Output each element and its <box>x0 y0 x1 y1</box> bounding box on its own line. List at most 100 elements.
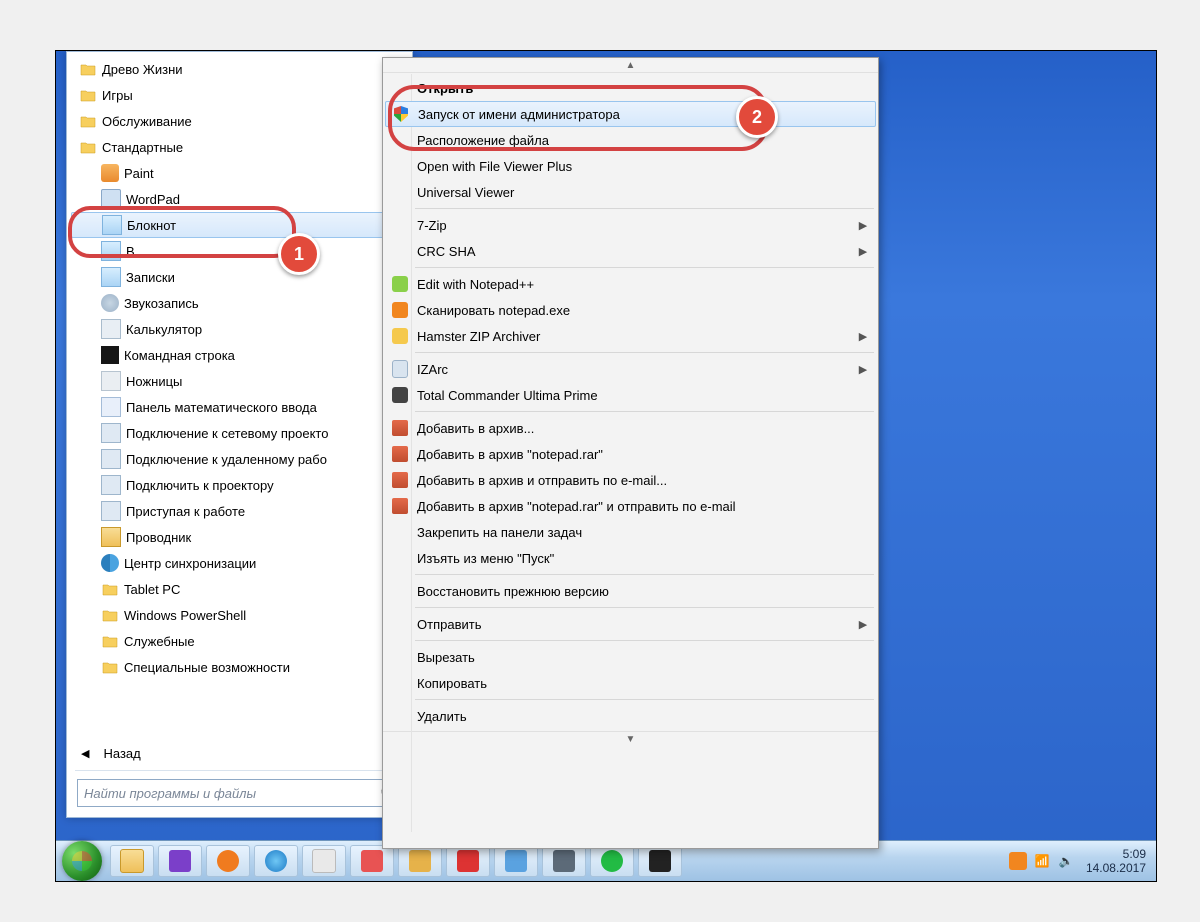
context-menu-item[interactable]: Закрепить на панели задач <box>385 519 876 545</box>
context-menu-item[interactable]: Hamster ZIP Archiver▶ <box>385 323 876 349</box>
start-menu-item-label: Звукозапись <box>124 296 199 311</box>
start-menu-item-note[interactable]: Записки <box>71 264 410 290</box>
start-menu-item-proj[interactable]: Подключение к удаленному рабо <box>71 446 410 472</box>
start-menu-item-label: Специальные возможности <box>124 660 290 675</box>
taskbar-app-5[interactable] <box>494 845 538 877</box>
start-menu-folder[interactable]: Стандартные <box>71 134 410 160</box>
start-menu-item-proj[interactable]: Подключение к сетевому проекто <box>71 420 410 446</box>
blank-icon <box>389 215 411 235</box>
wr-icon <box>389 496 411 516</box>
context-menu-item[interactable]: CRC SHA▶ <box>385 238 876 264</box>
context-menu-item-label: Добавить в архив "notepad.rar" и отправи… <box>417 499 856 514</box>
context-menu-item[interactable]: Открыть <box>385 75 876 101</box>
context-menu-item[interactable]: Total Commander Ultima Prime <box>385 382 876 408</box>
context-menu-item[interactable]: Добавить в архив и отправить по e-mail..… <box>385 467 876 493</box>
start-menu-item-mic[interactable]: Звукозапись <box>71 290 410 316</box>
start-menu-item-proj[interactable]: Подключить к проектору <box>71 472 410 498</box>
taskbar-app-explorer[interactable] <box>110 845 154 877</box>
start-menu-item-run[interactable]: В <box>71 238 410 264</box>
context-menu-item[interactable]: Копировать <box>385 670 876 696</box>
start-menu-item-calc[interactable]: Калькулятор <box>71 316 410 342</box>
submenu-arrow-icon: ▶ <box>856 330 870 343</box>
taskbar-app-media2[interactable] <box>206 845 250 877</box>
start-menu-item-label: Подключение к удаленному рабо <box>126 452 327 467</box>
taskbar-app-3[interactable] <box>398 845 442 877</box>
taskbar-app-6[interactable] <box>542 845 586 877</box>
start-menu-item-label: Обслуживание <box>102 114 192 129</box>
context-menu-item[interactable]: Вырезать <box>385 644 876 670</box>
context-menu-item[interactable]: Отправить▶ <box>385 611 876 637</box>
start-menu-item-label: Tablet PC <box>124 582 180 597</box>
context-menu-item-label: Отправить <box>417 617 856 632</box>
tray-icon-volume[interactable]: 🔈 <box>1057 852 1075 870</box>
blank-icon <box>389 647 411 667</box>
pen-icon <box>101 397 121 417</box>
context-menu-item[interactable]: Удалить <box>385 703 876 729</box>
taskbar-app-4[interactable] <box>446 845 490 877</box>
start-menu-item-word[interactable]: WordPad <box>71 186 410 212</box>
cmd-icon <box>101 346 119 364</box>
start-menu-folder[interactable]: Древо Жизни <box>71 56 410 82</box>
taskbar-app-ie[interactable] <box>254 845 298 877</box>
start-menu-item-flag[interactable]: Приступая к работе <box>71 498 410 524</box>
search-input[interactable]: Найти программы и файлы 🔍 <box>77 779 402 807</box>
start-menu-item-label: Проводник <box>126 530 191 545</box>
taskbar-app-8[interactable] <box>638 845 682 877</box>
taskbar-app-media1[interactable] <box>158 845 202 877</box>
word-icon <box>101 189 121 209</box>
start-menu-subfolder[interactable]: Специальные возможности <box>71 654 410 680</box>
back-button[interactable]: ◀ Назад <box>75 746 141 761</box>
context-menu-item[interactable]: Добавить в архив... <box>385 415 876 441</box>
start-menu-subfolder[interactable]: Windows PowerShell <box>71 602 410 628</box>
start-button[interactable] <box>62 841 102 881</box>
context-menu-separator <box>415 607 874 608</box>
context-menu-item[interactable]: Добавить в архив "notepad.rar" и отправи… <box>385 493 876 519</box>
context-menu-separator <box>415 699 874 700</box>
context-menu-item[interactable]: Edit with Notepad++ <box>385 271 876 297</box>
start-menu-item-paint[interactable]: Paint <box>71 160 410 186</box>
context-menu-item-label: Расположение файла <box>417 133 856 148</box>
blank-icon <box>389 548 411 568</box>
context-menu-item[interactable]: Сканировать notepad.exe <box>385 297 876 323</box>
taskbar-app-2[interactable] <box>350 845 394 877</box>
context-menu-item[interactable]: Запуск от имени администратора <box>385 101 876 127</box>
submenu-arrow-icon: ▶ <box>856 618 870 631</box>
taskbar-app-7[interactable] <box>590 845 634 877</box>
tray-icon-network[interactable]: 📶 <box>1033 852 1051 870</box>
context-menu-item[interactable]: 7-Zip▶ <box>385 212 876 238</box>
start-menu-item-sci[interactable]: Ножницы <box>71 368 410 394</box>
start-menu-subfolder[interactable]: Tablet PC <box>71 576 410 602</box>
tray-clock[interactable]: 5:09 14.08.2017 <box>1086 847 1146 875</box>
context-menu-item[interactable]: Изъять из меню "Пуск" <box>385 545 876 571</box>
start-menu-item-sync[interactable]: Центр синхронизации <box>71 550 410 576</box>
tray-icon-avast[interactable] <box>1009 852 1027 870</box>
context-menu-item[interactable]: Open with File Viewer Plus <box>385 153 876 179</box>
start-menu-item-cmd[interactable]: Командная строка <box>71 342 410 368</box>
context-menu-item[interactable]: Universal Viewer <box>385 179 876 205</box>
start-menu-folder[interactable]: Обслуживание <box>71 108 410 134</box>
context-menu-item[interactable]: Добавить в архив "notepad.rar" <box>385 441 876 467</box>
start-menu-subfolder[interactable]: Служебные <box>71 628 410 654</box>
context-menu-scroll-down[interactable]: ▼ <box>383 731 878 746</box>
proj-icon <box>101 423 121 443</box>
start-menu-item-note[interactable]: Блокнот <box>71 212 410 238</box>
context-menu-item[interactable]: Восстановить прежнюю версию <box>385 578 876 604</box>
start-menu-item-label: WordPad <box>126 192 180 207</box>
start-menu-item-exp[interactable]: Проводник <box>71 524 410 550</box>
taskbar-app-1[interactable] <box>302 845 346 877</box>
start-menu-item-label: Панель математического ввода <box>126 400 317 415</box>
note-icon <box>102 215 122 235</box>
context-menu-item[interactable]: Расположение файла <box>385 127 876 153</box>
start-menu-folder[interactable]: Игры <box>71 82 410 108</box>
context-menu-item-label: Вырезать <box>417 650 856 665</box>
folder-icon <box>79 60 97 78</box>
context-menu-item-label: Сканировать notepad.exe <box>417 303 856 318</box>
triangle-left-icon: ◀ <box>81 747 89 760</box>
folder-icon <box>101 580 119 598</box>
folder-icon <box>101 606 119 624</box>
start-menu-item-pen[interactable]: Панель математического ввода <box>71 394 410 420</box>
system-tray: 📶 🔈 5:09 14.08.2017 <box>1006 841 1156 881</box>
start-menu-panel: Древо ЖизниИгры Обслуживание СтандартныеPa… <box>66 51 413 818</box>
context-menu-scroll-up[interactable]: ▲ <box>383 58 878 73</box>
context-menu-item[interactable]: IZArc▶ <box>385 356 876 382</box>
